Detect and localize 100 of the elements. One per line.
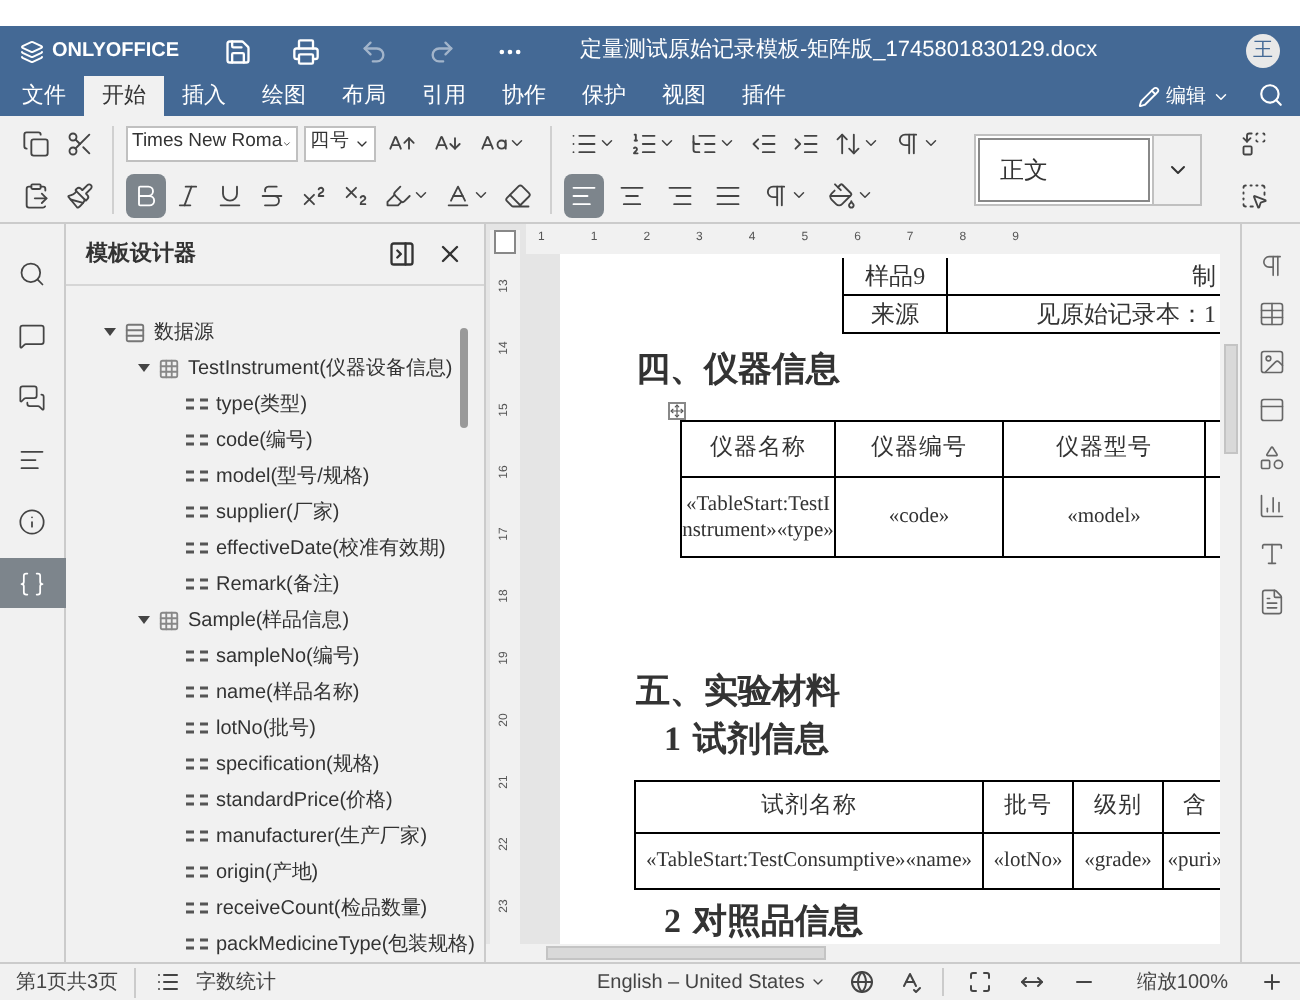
field-icon <box>186 722 208 734</box>
table-icon <box>158 609 180 631</box>
edit-mode-button[interactable]: 编辑 <box>1138 76 1230 116</box>
style-gallery[interactable]: 正文 <box>974 133 1202 205</box>
spell-check-icon[interactable] <box>898 970 923 994</box>
tab-stop-button[interactable] <box>494 230 516 254</box>
user-avatar[interactable]: 王 <box>1246 34 1280 68</box>
scrollbar[interactable] <box>546 946 826 960</box>
chart-icon[interactable] <box>1257 492 1285 520</box>
shapes-icon[interactable] <box>1257 444 1285 472</box>
table-move-handle-icon[interactable] <box>668 402 686 420</box>
subsection-heading: 试剂信息 <box>693 718 829 762</box>
globe-icon[interactable] <box>850 970 875 994</box>
caret-icon <box>472 186 490 204</box>
table-cell: «model» <box>1004 478 1206 558</box>
table-header-cell: 批号 <box>984 782 1074 834</box>
menu-tab[interactable]: 协作 <box>484 76 564 116</box>
paragraph-icon[interactable] <box>1257 252 1285 280</box>
zoom-level[interactable]: 缩放100% <box>1136 967 1228 997</box>
heading-number: 2 <box>664 900 681 944</box>
save-icon[interactable] <box>224 37 252 65</box>
expand-caret-icon[interactable] <box>104 326 116 338</box>
field-icon <box>186 686 208 698</box>
expand-caret-icon[interactable] <box>138 614 150 626</box>
scrollbar[interactable] <box>460 328 468 428</box>
search-icon[interactable] <box>1258 82 1284 108</box>
caret-icon <box>598 134 616 152</box>
caret-icon <box>922 134 940 152</box>
table-cell-text: 见原始记录本：1 <box>1034 298 1218 332</box>
close-icon[interactable] <box>436 240 464 268</box>
tree-item[interactable]: sampleNo(编号) <box>216 641 360 671</box>
tree-item[interactable]: receiveCount(检品数量) <box>216 893 428 923</box>
collapse-panel-icon[interactable] <box>388 240 416 268</box>
fit-page-icon[interactable] <box>968 970 993 994</box>
menu-tab[interactable]: 保护 <box>564 76 644 116</box>
language-dropdown[interactable]: English – United States <box>596 967 827 997</box>
menu-tab[interactable]: 文件 <box>4 76 84 116</box>
expand-caret-icon[interactable] <box>138 362 150 374</box>
field-icon <box>186 434 208 446</box>
tree-item[interactable]: 数据源 <box>154 317 214 347</box>
tree-item[interactable]: type(类型) <box>216 389 308 419</box>
braces-icon[interactable] <box>0 558 65 608</box>
menu-tab[interactable]: 视图 <box>644 76 724 116</box>
table-icon[interactable] <box>1257 300 1285 328</box>
tree-item[interactable]: specification(规格) <box>216 749 380 779</box>
tree-item[interactable]: origin(产地) <box>216 857 319 887</box>
menu-tab[interactable]: 插件 <box>724 76 804 116</box>
table-header-cell: 仪器名称 <box>682 422 836 478</box>
app-logo-text: ONLYOFFICE <box>52 38 180 66</box>
page-indicator[interactable]: 第1页共3页 <box>0 967 137 997</box>
window-title: 定量测试原始记录模板-矩阵版_1745801830129.docx <box>580 35 1100 67</box>
tree-item[interactable]: standardPrice(价格) <box>216 785 393 815</box>
zoom-in-icon[interactable] <box>1260 970 1284 994</box>
table-header-cell: 试剂名称 <box>636 782 984 834</box>
field-icon <box>186 470 208 482</box>
field-icon <box>186 398 208 410</box>
shading-icon <box>828 181 856 209</box>
data-source-icon <box>124 321 146 343</box>
table-header-cell: 仪器型号 <box>1004 422 1206 478</box>
tree-item[interactable]: model(型号/规格) <box>216 461 370 491</box>
tree-item[interactable]: Remark(备注) <box>216 569 340 599</box>
menu-tab[interactable]: 引用 <box>404 76 484 116</box>
caret-icon <box>412 186 430 204</box>
tree-item[interactable]: supplier(厂家) <box>216 497 340 527</box>
table-cell: «lotNo» <box>984 834 1074 890</box>
tree-item[interactable]: packMedicineType(包装规格) <box>216 929 475 959</box>
align-left-icon[interactable] <box>564 173 604 217</box>
menu-tab[interactable]: 开始 <box>84 76 164 116</box>
menu-tab[interactable]: 布局 <box>324 76 404 116</box>
tree-item[interactable]: effectiveDate(校准有效期) <box>216 533 446 563</box>
tree-item[interactable]: name(样品名称) <box>216 677 360 707</box>
highlight-icon <box>384 181 412 209</box>
tree-item[interactable]: code(编号) <box>216 425 313 455</box>
header-icon[interactable] <box>1257 396 1285 424</box>
tree-item[interactable]: manufacturer(生产厂家) <box>216 821 428 851</box>
document-icon[interactable] <box>1257 588 1285 616</box>
menu-tab[interactable]: 绘图 <box>244 76 324 116</box>
field-icon <box>186 866 208 878</box>
tree-item[interactable]: lotNo(批号) <box>216 713 317 743</box>
table-cell-text: 制 <box>1190 260 1218 294</box>
style-preview[interactable]: 正文 <box>1000 151 1048 187</box>
font-name-dropdown[interactable]: Times New Roma <box>126 125 298 161</box>
caret-icon <box>856 186 874 204</box>
bold-icon[interactable] <box>126 173 166 217</box>
tree-item[interactable]: TestInstrument(仪器设备信息) <box>188 353 453 383</box>
section-heading: 五、实验材料 <box>636 670 842 714</box>
field-icon <box>186 650 208 662</box>
paragraph-direction-icon <box>894 129 922 157</box>
chevron-down-icon <box>810 974 827 990</box>
word-count-button[interactable]: 字数统计 <box>136 967 277 997</box>
font-size-dropdown[interactable]: 四号 <box>304 125 376 161</box>
tree-item[interactable]: Sample(样品信息) <box>188 605 350 635</box>
print-icon[interactable] <box>292 37 320 65</box>
menu-tab[interactable]: 插入 <box>164 76 244 116</box>
scrollbar[interactable] <box>1223 344 1237 454</box>
table-cell: «TableStart:TestConsumptive»«name» <box>636 834 984 890</box>
field-icon <box>186 902 208 914</box>
text-art-icon[interactable] <box>1257 540 1285 568</box>
image-icon[interactable] <box>1257 348 1285 376</box>
caret-icon <box>658 134 676 152</box>
